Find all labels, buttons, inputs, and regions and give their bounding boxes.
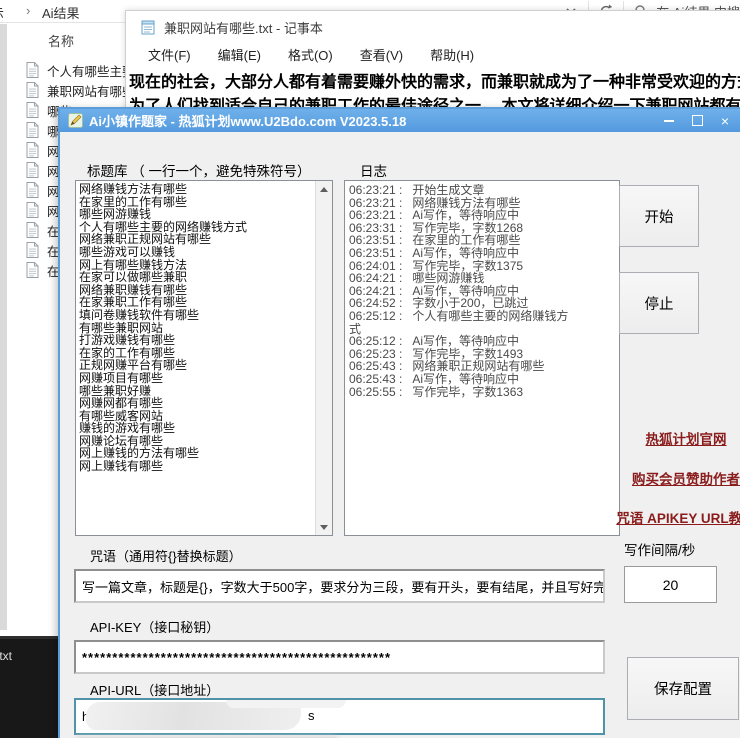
text-file-icon <box>26 222 40 238</box>
notepad-titlebar[interactable]: 兼职网站有哪些.txt - 记事本 <box>126 11 740 43</box>
apiurl-label: API-URL（接口地址） <box>90 680 219 699</box>
official-site-link[interactable]: 热狐计划官网 <box>600 428 740 448</box>
apiurl-input[interactable]: h s <box>74 698 605 735</box>
log-box[interactable]: 06:23:21 : 开始生成文章 06:23:21 : 网络赚钱方法有哪些 0… <box>344 180 620 536</box>
apikey-value: ****************************************… <box>82 650 391 665</box>
prompt-input[interactable]: 写一篇文章，标题是{}，字数大于500字，要求分为三段，要有开头，要有结尾，并且… <box>74 569 605 603</box>
log-label: 日志 <box>360 160 387 180</box>
notepad-text-line: 现在的社会，大部分人都有着需要赚外快的需求，而兼职就成为了一种非常受欢迎的方式 <box>129 68 740 92</box>
screen: 示 › Ai结果 在 Ai结果 中搜 名称 个人有哪些主要兼职网站有哪些哪些哪些… <box>0 0 740 738</box>
breadcrumb-root[interactable]: 示 <box>0 3 4 22</box>
notepad-menubar: 文件(F) 编辑(E) 格式(O) 查看(V) 帮助(H) <box>126 43 740 65</box>
close-button[interactable]: × <box>716 112 734 130</box>
stop-button[interactable]: 停止 <box>619 272 699 334</box>
app-titlebar[interactable]: Ai小镇作题家 - 热狐计划www.U2Bdo.com V2023.5.18 × <box>60 109 740 132</box>
text-file-icon <box>26 182 40 198</box>
titles-label: 标题库 （ 一行一个，避免特殊符号） <box>87 160 311 180</box>
menu-edit[interactable]: 编辑(E) <box>218 45 261 64</box>
interval-label: 写作间隔/秒 <box>624 539 695 559</box>
menu-format[interactable]: 格式(O) <box>288 45 333 64</box>
app-window: Ai小镇作题家 - 热狐计划www.U2Bdo.com V2023.5.18 ×… <box>58 107 740 738</box>
breadcrumb-current[interactable]: Ai结果 <box>42 3 80 22</box>
dark-background-window[interactable]: .txt <box>0 636 61 738</box>
prompt-label: 咒语（通用符{}替换标题） <box>90 546 242 565</box>
text-file-icon <box>26 142 40 158</box>
notepad-icon <box>140 19 156 35</box>
start-button[interactable]: 开始 <box>619 185 699 247</box>
minimize-button[interactable] <box>660 112 678 130</box>
text-file-icon <box>26 102 40 118</box>
apikey-input[interactable]: ****************************************… <box>74 640 605 674</box>
log-lines: 06:23:21 : 开始生成文章 06:23:21 : 网络赚钱方法有哪些 0… <box>349 184 615 532</box>
titles-scrollbar[interactable] <box>315 181 332 535</box>
file-name: 兼职网站有哪些 <box>47 81 135 100</box>
text-file-icon <box>26 62 40 78</box>
text-file-icon <box>26 262 40 278</box>
apikey-label: API-KEY（接口秘钥） <box>90 617 219 636</box>
interval-input[interactable]: 20 <box>624 566 717 603</box>
menu-file[interactable]: 文件(F) <box>148 45 191 64</box>
maximize-button[interactable] <box>688 112 706 130</box>
breadcrumb-separator: › <box>26 3 30 18</box>
dark-window-filename: .txt <box>0 649 12 663</box>
text-file-icon <box>26 82 40 98</box>
pencil-icon <box>68 113 83 128</box>
titles-list[interactable]: 网络赚钱方法有哪些 在家里的工作有哪些 哪些网游赚钱 个人有哪些主要的网络赚钱方… <box>79 183 312 533</box>
text-file-icon <box>26 202 40 218</box>
text-file-icon <box>26 162 40 178</box>
scroll-up-icon[interactable] <box>316 181 332 197</box>
text-file-icon <box>26 242 40 258</box>
column-header-name[interactable]: 名称 <box>48 31 74 50</box>
censor-blob <box>226 698 346 708</box>
scroll-down-icon[interactable] <box>316 519 332 535</box>
interval-value: 20 <box>663 577 679 593</box>
file-name: 个人有哪些主要 <box>47 61 135 80</box>
notepad-title: 兼职网站有哪些.txt - 记事本 <box>164 18 323 37</box>
tutorial-link[interactable]: 咒语 APIKEY URL教程 <box>600 507 740 527</box>
app-title: Ai小镇作题家 - 热狐计划www.U2Bdo.com V2023.5.18 <box>89 111 406 130</box>
notepad-text-area[interactable]: 现在的社会，大部分人都有着需要赚外快的需求，而兼职就成为了一种非常受欢迎的方式 … <box>126 66 740 111</box>
menu-view[interactable]: 查看(V) <box>360 45 403 64</box>
save-config-button[interactable]: 保存配置 <box>627 657 739 720</box>
text-file-icon <box>26 122 40 138</box>
buy-membership-link[interactable]: 购买会员赞助作者 <box>600 468 740 488</box>
prompt-value: 写一篇文章，标题是{}，字数大于500字，要求分为三段，要有开头，要有结尾，并且… <box>82 577 605 596</box>
titles-listbox[interactable]: 网络赚钱方法有哪些 在家里的工作有哪些 哪些网游赚钱 个人有哪些主要的网络赚钱方… <box>75 180 333 536</box>
apiurl-end: s <box>308 708 315 723</box>
notepad-window: 兼职网站有哪些.txt - 记事本 文件(F) 编辑(E) 格式(O) 查看(V… <box>125 10 740 112</box>
menu-help[interactable]: 帮助(H) <box>430 45 474 64</box>
